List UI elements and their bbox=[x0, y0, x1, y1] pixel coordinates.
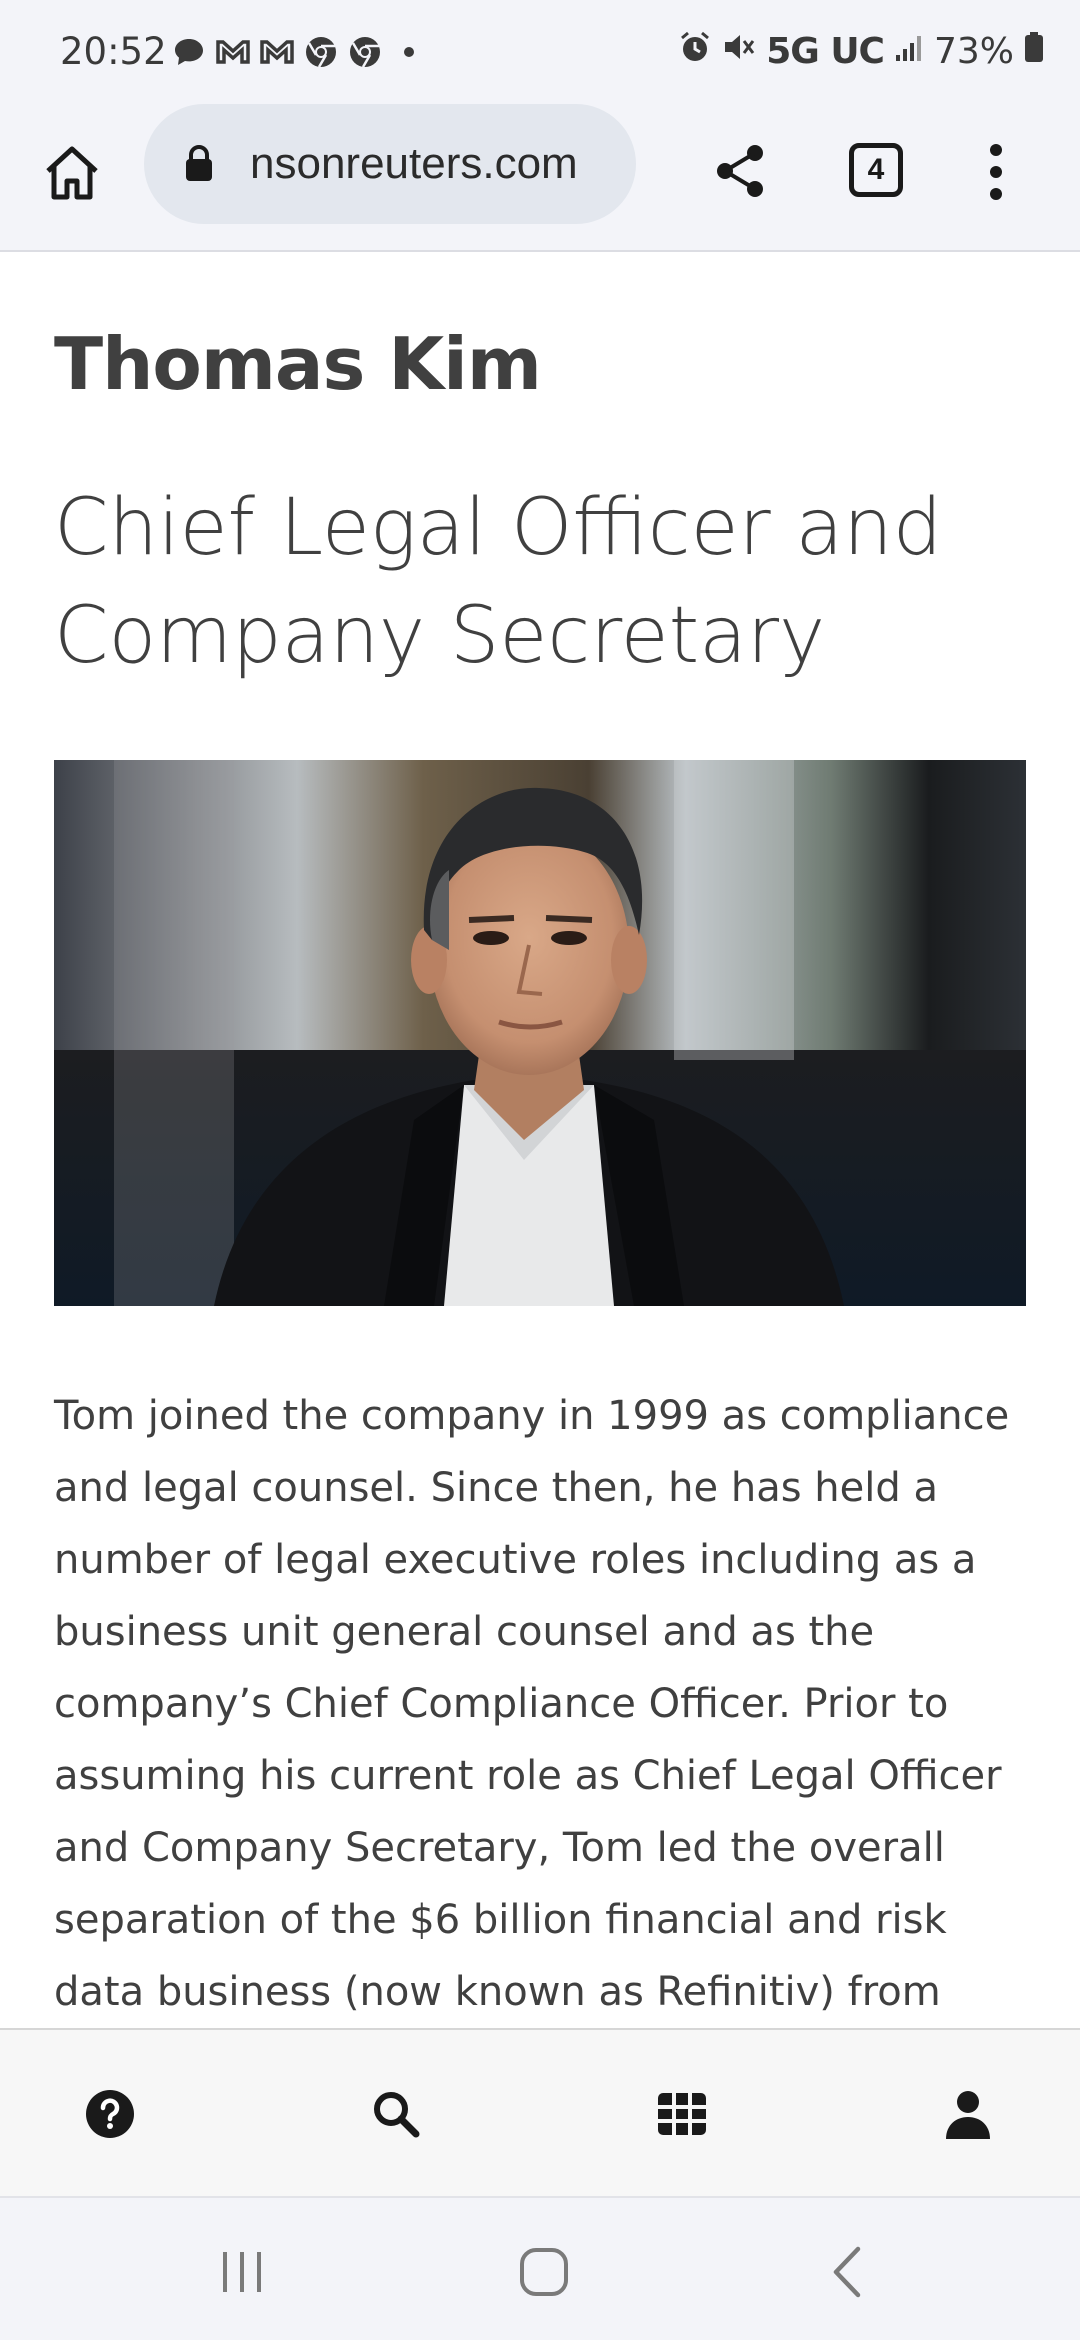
notification-icons bbox=[170, 33, 428, 71]
help-icon bbox=[86, 2090, 134, 2138]
recent-apps-icon bbox=[223, 2252, 261, 2292]
recent-apps-button[interactable] bbox=[210, 2240, 274, 2304]
home-nav-button[interactable] bbox=[512, 2240, 576, 2304]
back-button[interactable] bbox=[816, 2240, 880, 2304]
mute-icon bbox=[722, 30, 756, 73]
more-options-button[interactable] bbox=[966, 136, 1026, 208]
chrome-icon bbox=[302, 33, 340, 71]
share-icon bbox=[717, 145, 763, 197]
portrait-photo bbox=[54, 760, 1026, 1306]
signal-icon bbox=[894, 31, 924, 72]
account-icon bbox=[946, 2091, 990, 2139]
alarm-icon bbox=[678, 30, 712, 73]
person-name: Thomas Kim bbox=[54, 322, 542, 406]
portrait-image bbox=[54, 760, 1026, 1306]
url-text: nsonreuters.com bbox=[250, 139, 578, 188]
chrome-icon bbox=[346, 33, 384, 71]
person-title: Chief Legal Officer and Company Secretar… bbox=[54, 483, 943, 681]
gmail-icon bbox=[258, 33, 296, 71]
address-bar[interactable]: nsonreuters.com bbox=[144, 104, 636, 224]
share-button[interactable] bbox=[706, 136, 776, 206]
home-icon bbox=[46, 146, 98, 200]
back-icon bbox=[833, 2246, 861, 2298]
tab-switcher-button[interactable]: 4 bbox=[844, 138, 908, 202]
dot-icon bbox=[390, 33, 428, 71]
lock-icon bbox=[184, 144, 220, 184]
search-icon bbox=[374, 2092, 420, 2138]
system-status: 5G UC 73% bbox=[678, 30, 1044, 73]
home-button[interactable] bbox=[36, 136, 108, 208]
bottom-navigation bbox=[0, 2028, 1080, 2196]
account-button[interactable] bbox=[938, 2084, 998, 2144]
status-time: 20:52 bbox=[60, 30, 167, 73]
home-nav-icon bbox=[520, 2248, 568, 2296]
dot bbox=[990, 166, 1002, 178]
battery-level: 73% bbox=[933, 31, 1014, 72]
grid-menu-button[interactable] bbox=[652, 2084, 712, 2144]
system-navigation-bar bbox=[0, 2196, 1080, 2340]
network-type: 5G UC bbox=[766, 31, 885, 72]
browser-toolbar: nsonreuters.com 4 bbox=[0, 104, 1080, 252]
help-button[interactable] bbox=[80, 2084, 140, 2144]
dot bbox=[990, 144, 1002, 156]
gmail-icon bbox=[214, 33, 252, 71]
status-bar: 20:52 5G UC 73% bbox=[0, 0, 1080, 104]
tab-count: 4 bbox=[849, 143, 903, 197]
grid-icon bbox=[658, 2093, 706, 2135]
dot bbox=[990, 188, 1002, 200]
page-content[interactable]: Thomas Kim Chief Legal Officer and Compa… bbox=[0, 252, 1080, 2028]
battery-icon bbox=[1024, 31, 1044, 72]
search-button[interactable] bbox=[366, 2084, 426, 2144]
bio-text: Tom joined the company in 1999 as compli… bbox=[54, 1393, 1010, 2015]
chat-icon bbox=[170, 33, 208, 71]
